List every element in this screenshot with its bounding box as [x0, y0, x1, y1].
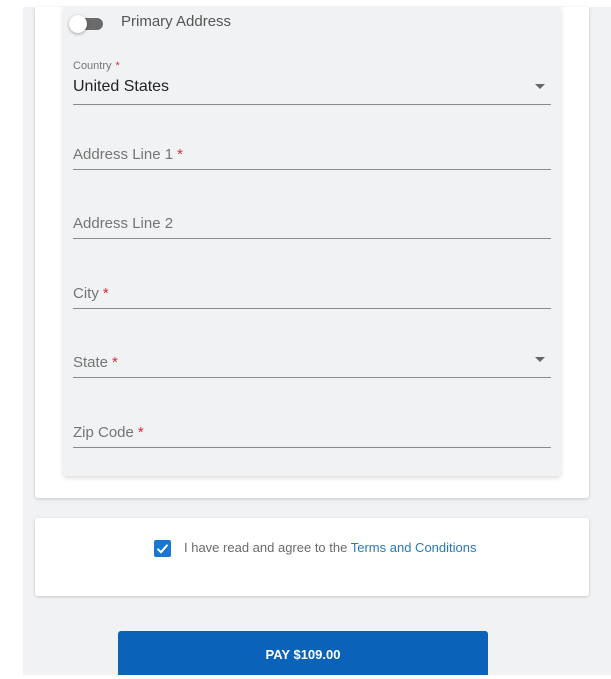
city-label: City *: [73, 285, 109, 302]
zip-code-field[interactable]: Zip Code *: [73, 418, 551, 448]
primary-address-label: Primary Address: [121, 13, 232, 30]
state-select[interactable]: State *: [73, 348, 551, 378]
address-line-2-field[interactable]: Address Line 2: [73, 209, 551, 239]
required-mark: *: [112, 354, 118, 371]
required-mark: *: [115, 60, 120, 72]
country-select[interactable]: Country * United States: [73, 60, 551, 105]
toggle-knob: [69, 15, 87, 33]
country-label-text: Country: [73, 60, 112, 72]
zip-code-label: Zip Code *: [73, 424, 144, 441]
state-label-text: State: [73, 354, 109, 371]
required-mark: *: [177, 146, 183, 163]
terms-card: [35, 518, 589, 596]
chevron-down-icon: [535, 84, 545, 89]
terms-text: I have read and agree to the: [184, 540, 348, 555]
terms-checkbox[interactable]: [154, 540, 171, 557]
country-label: Country *: [73, 60, 120, 72]
city-field[interactable]: City *: [73, 279, 551, 309]
terms-and-conditions-link[interactable]: Terms and Conditions: [351, 540, 477, 555]
city-label-text: City: [73, 285, 99, 302]
checkmark-icon: [156, 544, 169, 554]
required-mark: *: [137, 424, 144, 441]
address-line-1-field[interactable]: Address Line 1 *: [73, 140, 551, 170]
address-line-1-label-text: Address Line 1: [73, 146, 174, 163]
zip-code-label-text: Zip Code: [73, 424, 134, 441]
primary-address-toggle[interactable]: [69, 15, 105, 33]
country-value: United States: [73, 78, 170, 95]
terms-statement: I have read and agree to the Terms and C…: [184, 540, 476, 555]
pay-button[interactable]: PAY $109.00: [118, 631, 488, 675]
state-label: State *: [73, 354, 118, 371]
chevron-down-icon: [535, 357, 545, 362]
required-mark: *: [102, 285, 109, 302]
address-line-2-label: Address Line 2: [73, 215, 174, 232]
address-line-1-label: Address Line 1 *: [73, 146, 183, 163]
